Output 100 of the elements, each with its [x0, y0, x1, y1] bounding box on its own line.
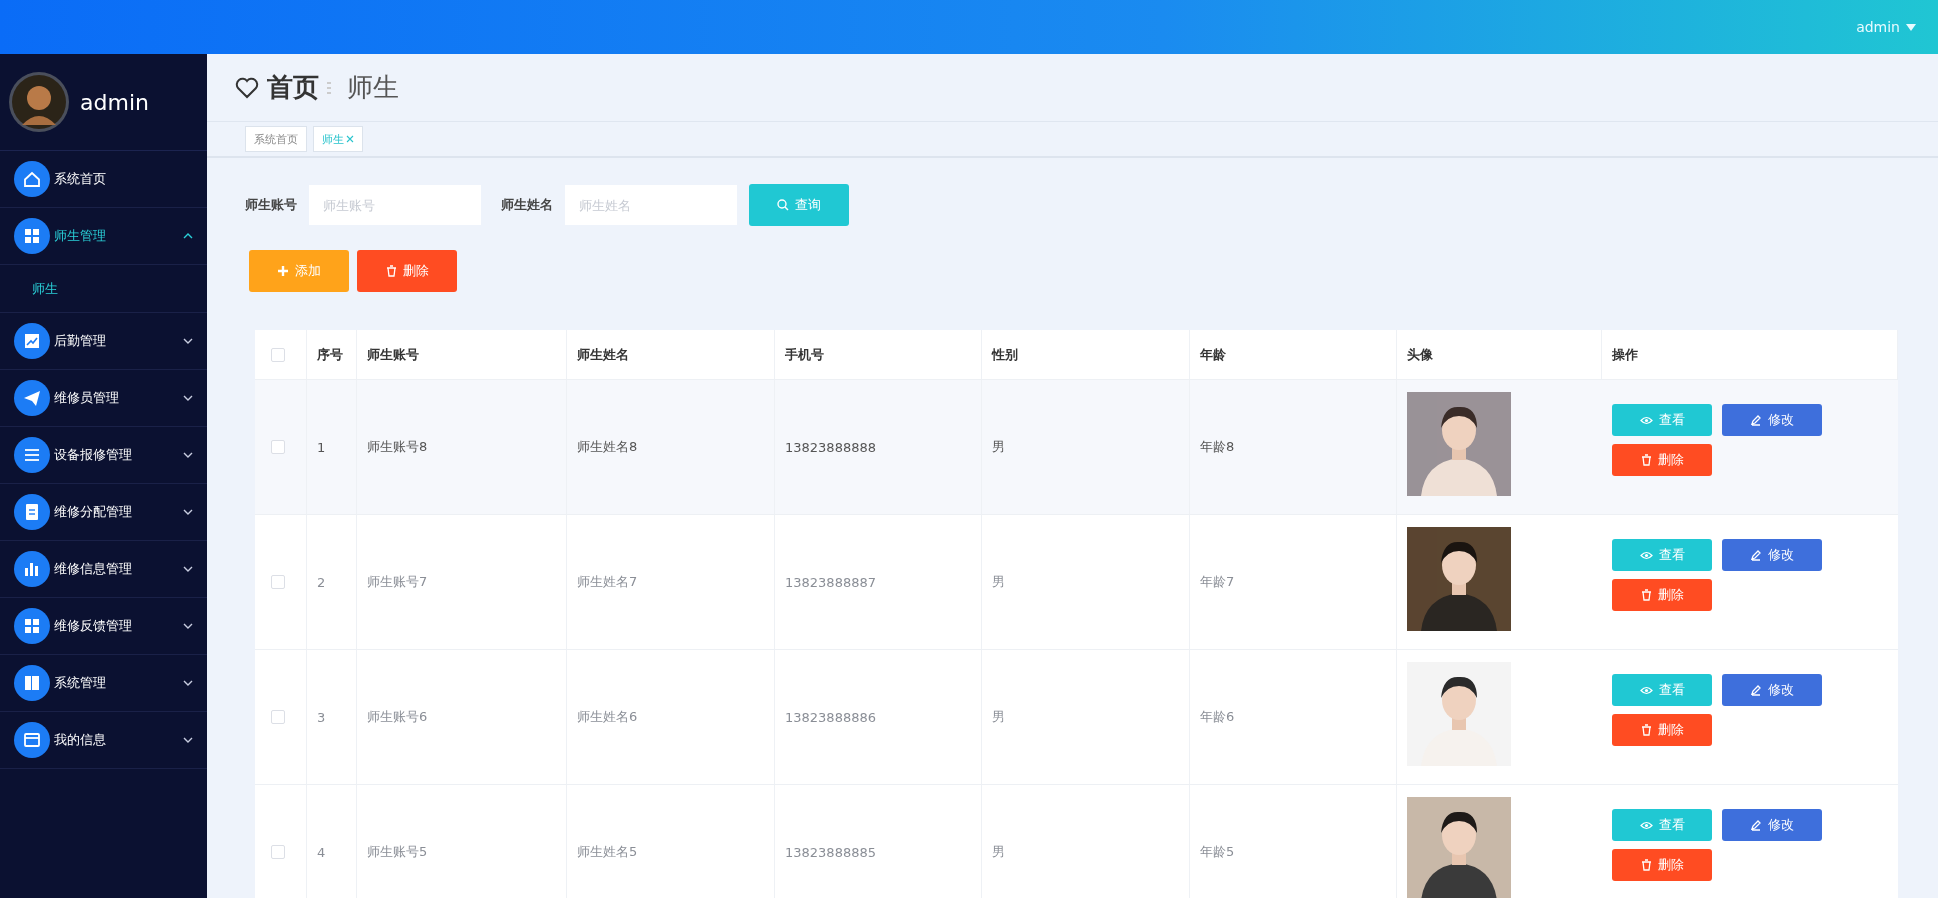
edit-button[interactable]: 修改	[1722, 809, 1822, 841]
table-cell: 1	[307, 380, 357, 514]
menu-item[interactable]: 后勤管理	[0, 313, 207, 370]
table-cell: 男	[982, 515, 1190, 649]
table-cell: 男	[982, 380, 1190, 514]
table-cell: 师生账号5	[357, 785, 567, 898]
table-cell: 师生账号6	[357, 650, 567, 784]
trash-icon	[1640, 724, 1652, 736]
menu-item[interactable]: 我的信息	[0, 712, 207, 769]
menu-item[interactable]: 系统管理	[0, 655, 207, 712]
trash-icon	[385, 265, 397, 277]
breadcrumb-current: 师生	[347, 71, 399, 104]
menu-icon	[14, 218, 50, 254]
chevron-up-icon	[183, 233, 193, 239]
page-tab[interactable]: 系统首页	[245, 126, 307, 152]
table-cell: 师生姓名7	[567, 515, 775, 649]
menu-icon	[14, 161, 50, 197]
chevron-down-icon	[183, 623, 193, 629]
table-cell: 年龄8	[1190, 380, 1397, 514]
chevron-down-icon	[183, 680, 193, 686]
table-cell: 13823888885	[775, 785, 982, 898]
table-cell: 13823888888	[775, 380, 982, 514]
menu-icon	[14, 608, 50, 644]
table-cell: 4	[307, 785, 357, 898]
delete-button[interactable]: 删除	[1612, 444, 1712, 476]
chevron-down-icon	[183, 737, 193, 743]
chevron-down-icon	[183, 395, 193, 401]
column-header: 年龄	[1190, 330, 1397, 379]
menu-icon	[14, 665, 50, 701]
menu-icon	[14, 380, 50, 416]
eye-icon	[1639, 550, 1653, 560]
edit-button[interactable]: 修改	[1722, 404, 1822, 436]
menu-item[interactable]: 维修反馈管理	[0, 598, 207, 655]
trash-icon	[1640, 589, 1652, 601]
table-cell: 3	[307, 650, 357, 784]
table-cell: 2	[307, 515, 357, 649]
menu-item[interactable]: 维修员管理	[0, 370, 207, 427]
row-checkbox[interactable]	[271, 845, 285, 859]
submenu-item[interactable]: 师生	[0, 265, 207, 313]
edit-button[interactable]: 修改	[1722, 674, 1822, 706]
row-checkbox[interactable]	[271, 710, 285, 724]
delete-button[interactable]: 删除	[1612, 714, 1712, 746]
eye-icon	[1639, 685, 1653, 695]
menu-item[interactable]: 维修信息管理	[0, 541, 207, 598]
column-header: 性别	[982, 330, 1190, 379]
plus-icon	[277, 265, 289, 277]
table-cell: 师生账号8	[357, 380, 567, 514]
pencil-icon	[1750, 549, 1762, 561]
close-icon[interactable]	[346, 135, 354, 143]
separator-icon	[327, 79, 331, 96]
menu-item[interactable]: 维修分配管理	[0, 484, 207, 541]
row-checkbox[interactable]	[271, 575, 285, 589]
table-cell: 师生姓名6	[567, 650, 775, 784]
search-icon	[777, 199, 789, 211]
menu-item[interactable]: 系统首页	[0, 151, 207, 208]
menu-icon	[14, 722, 50, 758]
edit-button[interactable]: 修改	[1722, 539, 1822, 571]
field-label: 师生姓名	[501, 196, 553, 214]
pencil-icon	[1750, 414, 1762, 426]
avatar-icon	[8, 71, 70, 133]
table-cell: 男	[982, 650, 1190, 784]
select-all-checkbox[interactable]	[271, 347, 285, 362]
chevron-down-icon	[183, 452, 193, 458]
delete-button[interactable]: 删除	[1612, 579, 1712, 611]
table-cell: 师生账号7	[357, 515, 567, 649]
delete-button[interactable]: 删除	[1612, 849, 1712, 881]
column-header: 手机号	[775, 330, 982, 379]
caret-icon	[1906, 23, 1916, 31]
table-cell: 师生姓名5	[567, 785, 775, 898]
table-cell: 13823888886	[775, 650, 982, 784]
menu-item[interactable]: 设备报修管理	[0, 427, 207, 484]
chevron-down-icon	[183, 338, 193, 344]
table-cell: 年龄6	[1190, 650, 1397, 784]
column-header: 操作	[1602, 330, 1898, 379]
table-cell: 男	[982, 785, 1190, 898]
pencil-icon	[1750, 684, 1762, 696]
table-cell: 13823888887	[775, 515, 982, 649]
table-cell: 师生姓名8	[567, 380, 775, 514]
delete-button[interactable]: 删除	[357, 250, 457, 292]
eye-icon	[1639, 415, 1653, 425]
user-name: admin	[80, 89, 149, 115]
row-checkbox[interactable]	[271, 440, 285, 454]
trash-icon	[1640, 859, 1652, 871]
menu-icon	[14, 494, 50, 530]
heart-icon	[235, 76, 259, 99]
chevron-down-icon	[183, 509, 193, 515]
trash-icon	[1640, 454, 1652, 466]
menu-item[interactable]: 师生管理	[0, 208, 207, 265]
menu-icon	[14, 323, 50, 359]
eye-icon	[1639, 820, 1653, 830]
menu-icon	[14, 437, 50, 473]
table-cell: 年龄7	[1190, 515, 1397, 649]
pencil-icon	[1750, 819, 1762, 831]
column-header: 序号	[307, 330, 357, 379]
column-header: 师生姓名	[567, 330, 775, 379]
breadcrumb-home[interactable]: 首页	[267, 70, 319, 105]
chevron-down-icon	[183, 566, 193, 572]
column-header: 头像	[1397, 330, 1602, 379]
menu-icon	[14, 551, 50, 587]
table-cell: 年龄5	[1190, 785, 1397, 898]
